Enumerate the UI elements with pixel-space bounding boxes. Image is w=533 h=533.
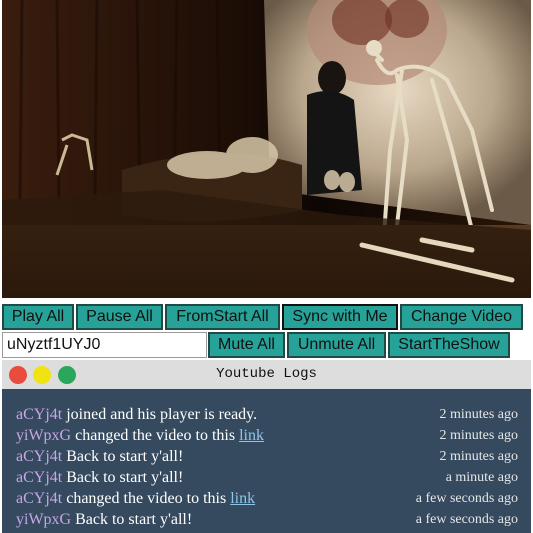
video-frame <box>2 0 531 298</box>
log-username: aCYj4t <box>16 448 63 465</box>
log-username: aCYj4t <box>16 490 63 507</box>
pause-all-button[interactable]: Pause All <box>76 304 163 330</box>
log-username: aCYj4t <box>16 469 63 486</box>
log-message: changed the video to this <box>62 490 231 507</box>
log-timestamp: a few seconds ago <box>415 512 518 527</box>
log-message: changed the video to this <box>71 427 240 444</box>
mute-all-button[interactable]: Mute All <box>208 332 285 358</box>
log-timestamp: 2 minutes ago <box>439 407 518 422</box>
log-entry: yiWpxG Back to start y'all! a few second… <box>2 509 531 530</box>
log-username: yiWpxG <box>16 427 72 444</box>
log-timestamp: 2 minutes ago <box>439 428 518 443</box>
log-list: aCYj4t joined and his player is ready. 2… <box>2 404 531 530</box>
log-entry: aCYj4t changed the video to this link a … <box>2 488 531 509</box>
video-id-input[interactable] <box>2 332 207 358</box>
video-link[interactable]: link <box>230 490 255 507</box>
start-the-show-button[interactable]: StartTheShow <box>388 332 510 358</box>
change-video-button[interactable]: Change Video <box>400 304 523 330</box>
log-entry: aCYj4t joined and his player is ready. 2… <box>2 404 531 425</box>
log-entry: aCYj4t Back to start y'all! 2 minutes ag… <box>2 446 531 467</box>
log-message: joined and his player is ready. <box>62 406 258 423</box>
video-player[interactable] <box>2 0 531 298</box>
log-username: yiWpxG <box>16 511 72 528</box>
logs-title: Youtube Logs <box>216 366 317 382</box>
log-timestamp: a few seconds ago <box>415 491 518 506</box>
logs-title-bar: Youtube Logs <box>2 360 531 389</box>
video-link[interactable]: link <box>239 427 264 444</box>
log-entry: yiWpxG changed the video to this link 2 … <box>2 425 531 446</box>
youtube-logs-window: Youtube Logs aCYj4t joined and his playe… <box>2 360 531 533</box>
unmute-all-button[interactable]: Unmute All <box>287 332 386 358</box>
log-username: aCYj4t <box>16 406 63 423</box>
log-message: Back to start y'all! <box>71 511 193 528</box>
log-message: Back to start y'all! <box>62 469 184 486</box>
sync-with-me-button[interactable]: Sync with Me <box>282 304 398 330</box>
from-start-all-button[interactable]: FromStart All <box>165 304 280 330</box>
log-entry: aCYj4t Back to start y'all! a minute ago <box>2 467 531 488</box>
log-timestamp: 2 minutes ago <box>439 449 518 464</box>
log-message: Back to start y'all! <box>62 448 184 465</box>
log-timestamp: a minute ago <box>445 470 518 485</box>
play-all-button[interactable]: Play All <box>2 304 74 330</box>
